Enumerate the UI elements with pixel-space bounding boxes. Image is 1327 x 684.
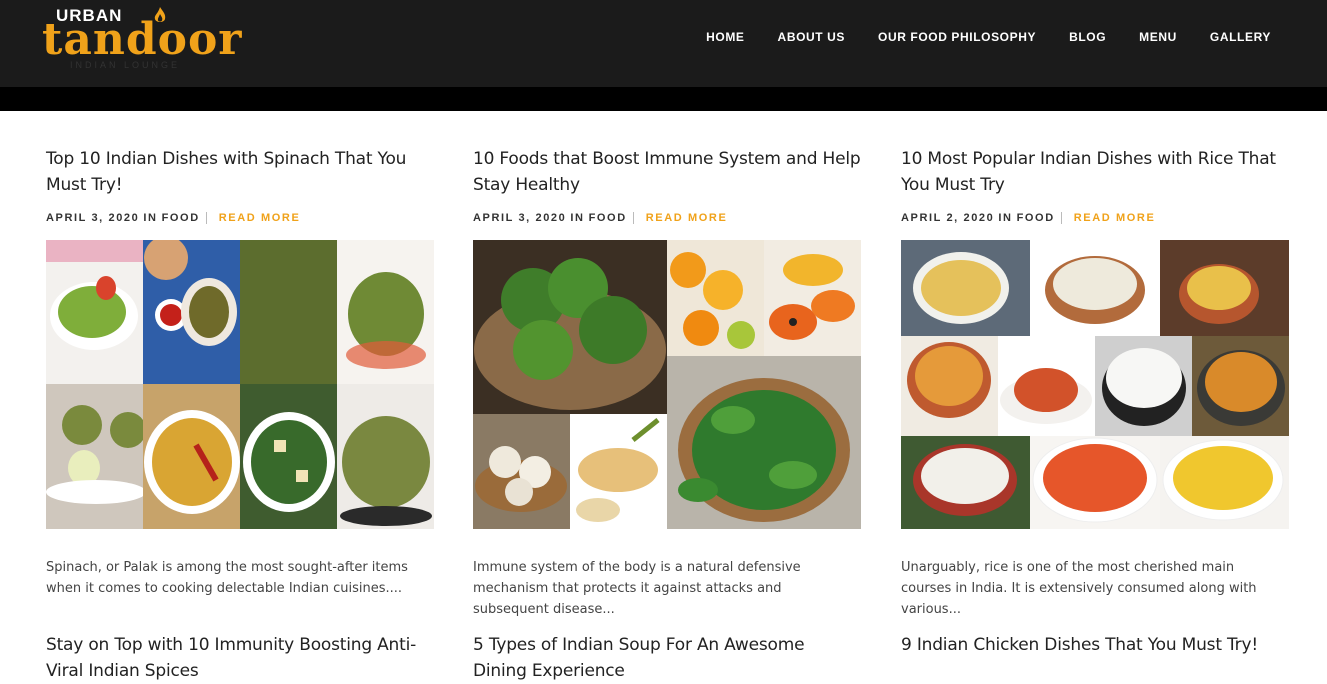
logo-tagline: INDIAN LOUNGE <box>70 60 181 70</box>
post-category[interactable]: FOOD <box>1017 212 1055 224</box>
post-title[interactable]: 10 Most Popular Indian Dishes with Rice … <box>901 146 1291 198</box>
blog-post-card: 10 Foods that Boost Immune System and He… <box>473 146 863 633</box>
post-excerpt: Unarguably, rice is one of the most cher… <box>901 560 1257 617</box>
post-title[interactable]: 9 Indian Chicken Dishes That You Must Tr… <box>901 632 1291 658</box>
meta-separator <box>632 212 634 224</box>
nav-menu[interactable]: MENU <box>1139 30 1177 44</box>
nav-gallery[interactable]: GALLERY <box>1210 30 1271 44</box>
main-nav: HOME ABOUT US OUR FOOD PHILOSOPHY BLOG M… <box>706 30 1271 44</box>
spinach-collage-art <box>46 240 434 529</box>
rice-collage-art <box>901 240 1289 529</box>
read-more-link[interactable]: READ MORE <box>646 212 728 224</box>
blog-post-card: Stay on Top with 10 Immunity Boosting An… <box>46 632 436 684</box>
read-more-link[interactable]: READ MORE <box>1074 212 1156 224</box>
post-image-rice-dishes[interactable] <box>901 240 1289 529</box>
post-category[interactable]: FOOD <box>162 212 200 224</box>
post-image-spinach[interactable] <box>46 240 434 529</box>
post-in-label: IN <box>143 212 158 224</box>
blog-post-card: Top 10 Indian Dishes with Spinach That Y… <box>46 146 436 612</box>
post-date: APRIL 2, 2020 <box>901 212 995 224</box>
blog-post-card: 9 Indian Chicken Dishes That You Must Tr… <box>901 632 1291 658</box>
header-divider <box>0 87 1327 111</box>
post-in-label: IN <box>570 212 585 224</box>
nav-about-us[interactable]: ABOUT US <box>778 30 845 44</box>
blog-post-card: 10 Most Popular Indian Dishes with Rice … <box>901 146 1291 633</box>
post-excerpt: Immune system of the body is a natural d… <box>473 560 801 617</box>
immune-collage-art <box>473 240 861 529</box>
post-title[interactable]: Top 10 Indian Dishes with Spinach That Y… <box>46 146 436 198</box>
post-title[interactable]: Stay on Top with 10 Immunity Boosting An… <box>46 632 436 684</box>
nav-home[interactable]: HOME <box>706 30 744 44</box>
post-in-label: IN <box>998 212 1013 224</box>
post-category[interactable]: FOOD <box>589 212 627 224</box>
post-date: APRIL 3, 2020 <box>46 212 140 224</box>
post-title[interactable]: 5 Types of Indian Soup For An Awesome Di… <box>473 632 863 684</box>
post-meta: APRIL 3, 2020 IN FOOD READ MORE <box>46 212 436 224</box>
read-more-link[interactable]: READ MORE <box>219 212 301 224</box>
post-date: APRIL 3, 2020 <box>473 212 567 224</box>
post-image-immune-foods[interactable] <box>473 240 861 529</box>
post-title[interactable]: 10 Foods that Boost Immune System and He… <box>473 146 863 198</box>
meta-separator <box>1060 212 1062 224</box>
nav-food-philosophy[interactable]: OUR FOOD PHILOSOPHY <box>878 30 1036 44</box>
post-excerpt: Spinach, or Palak is among the most soug… <box>46 560 408 596</box>
site-header: URBAN tandoor INDIAN LOUNGE HOME ABOUT U… <box>0 0 1327 87</box>
nav-blog[interactable]: BLOG <box>1069 30 1106 44</box>
blog-post-card: 5 Types of Indian Soup For An Awesome Di… <box>473 632 863 684</box>
post-meta: APRIL 3, 2020 IN FOOD READ MORE <box>473 212 863 224</box>
post-meta: APRIL 2, 2020 IN FOOD READ MORE <box>901 212 1291 224</box>
meta-separator <box>205 212 207 224</box>
site-logo[interactable]: URBAN tandoor INDIAN LOUNGE <box>40 4 241 76</box>
